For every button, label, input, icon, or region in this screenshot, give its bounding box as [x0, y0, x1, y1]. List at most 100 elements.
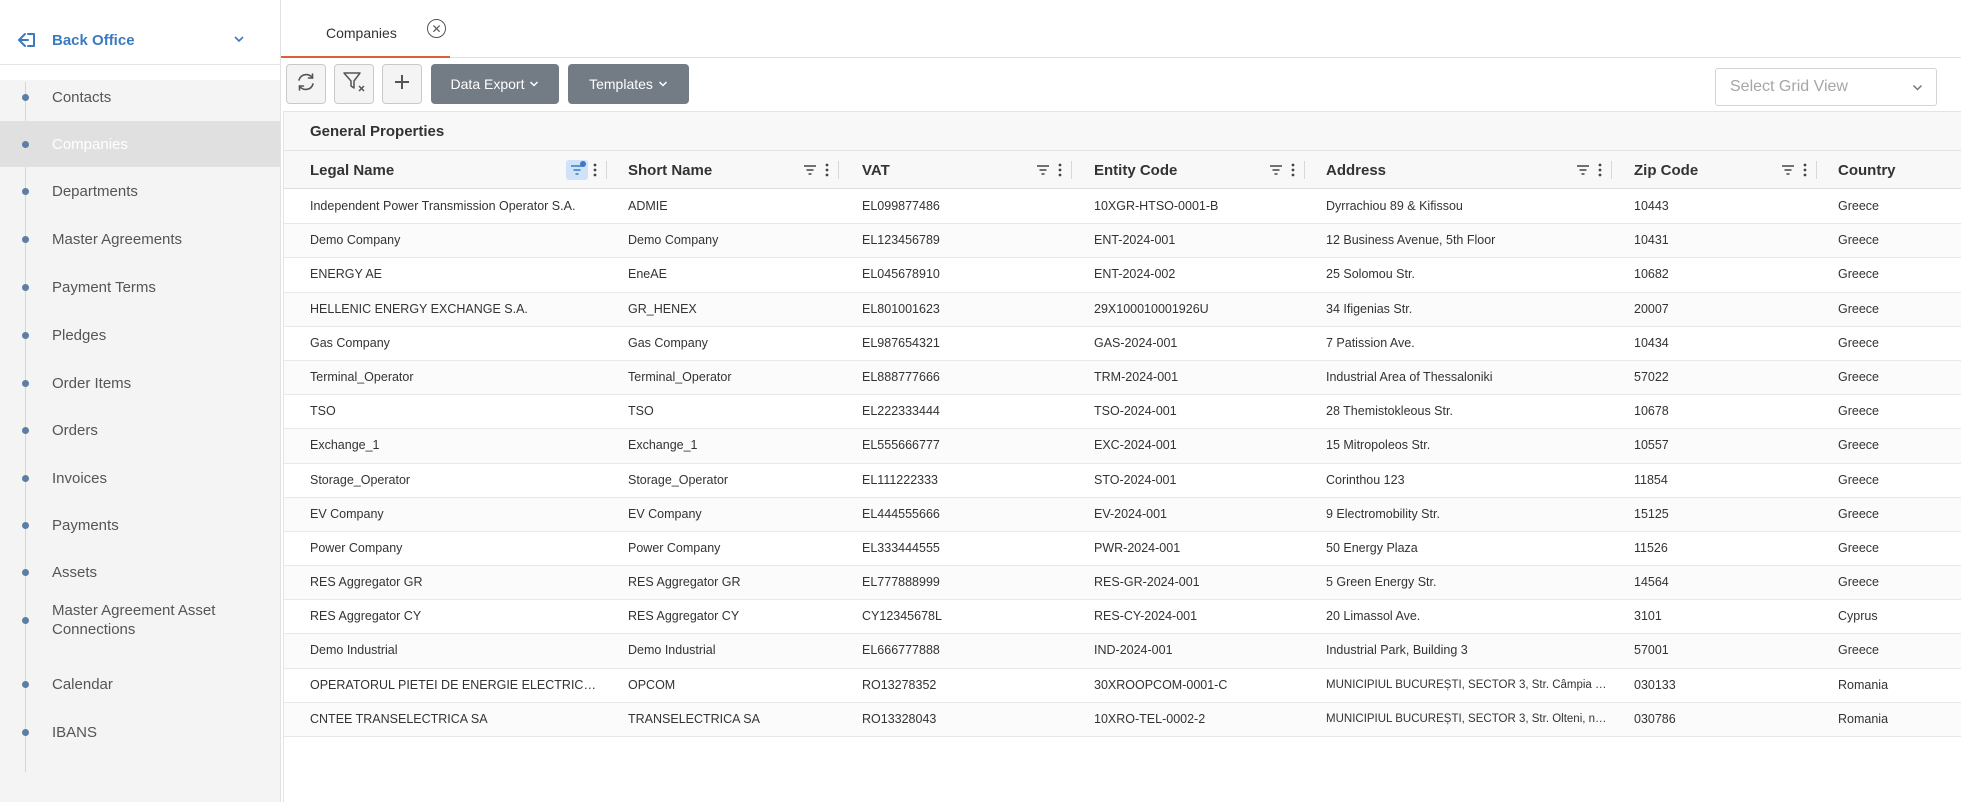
cell-entity-code[interactable]: TRM-2024-001 — [1094, 370, 1300, 384]
cell-zip-code[interactable]: 10678 — [1634, 404, 1812, 418]
cell-country[interactable]: Cyprus — [1838, 609, 1952, 623]
cell-vat[interactable]: EL045678910 — [862, 267, 1067, 281]
cell-entity-code[interactable]: RES-CY-2024-001 — [1094, 609, 1300, 623]
column-menu-icon[interactable] — [1057, 162, 1063, 178]
cell-legal-name[interactable]: Terminal_Operator — [310, 370, 602, 384]
sidebar-item-companies[interactable]: Companies — [0, 121, 280, 167]
cell-short-name[interactable]: EV Company — [628, 507, 834, 521]
cell-vat[interactable]: EL888777666 — [862, 370, 1067, 384]
cell-zip-code[interactable]: 10682 — [1634, 267, 1812, 281]
cell-short-name[interactable]: GR_HENEX — [628, 302, 834, 316]
refresh-button[interactable] — [286, 64, 326, 104]
cell-legal-name[interactable]: RES Aggregator CY — [310, 609, 602, 623]
cell-address[interactable]: 9 Electromobility Str. — [1326, 507, 1607, 521]
table-row[interactable]: RES Aggregator CY RES Aggregator CY CY1234… — [284, 600, 1961, 635]
table-row[interactable]: CNTEE TRANSELECTRICA SA TRANSELECTRICA SA… — [284, 702, 1961, 737]
cell-entity-code[interactable]: RES-GR-2024-001 — [1094, 575, 1300, 589]
table-row[interactable]: TSO TSO EL222333444 TSO-2024-001 28 Themisto… — [284, 395, 1961, 430]
cell-country[interactable]: Greece — [1838, 336, 1952, 350]
cell-country[interactable]: Greece — [1838, 370, 1952, 384]
cell-vat[interactable]: RO13278352 — [862, 678, 1067, 692]
cell-zip-code[interactable]: 11526 — [1634, 541, 1812, 555]
cell-legal-name[interactable]: Gas Company — [310, 336, 602, 350]
cell-entity-code[interactable]: EV-2024-001 — [1094, 507, 1300, 521]
filter-icon[interactable] — [1780, 162, 1796, 178]
cell-vat[interactable]: EL555666777 — [862, 438, 1067, 452]
cell-vat[interactable]: EL333444555 — [862, 541, 1067, 555]
cell-zip-code[interactable]: 10431 — [1634, 233, 1812, 247]
cell-short-name[interactable]: Exchange_1 — [628, 438, 834, 452]
cell-country[interactable]: Greece — [1838, 267, 1952, 281]
cell-country[interactable]: Greece — [1838, 575, 1952, 589]
table-row[interactable]: Independent Power Transmission Operator … — [284, 190, 1961, 225]
cell-zip-code[interactable]: 57001 — [1634, 643, 1812, 657]
cell-address[interactable]: Corinthou 123 — [1326, 473, 1607, 487]
cell-vat[interactable]: EL222333444 — [862, 404, 1067, 418]
cell-entity-code[interactable]: EXC-2024-001 — [1094, 438, 1300, 452]
grid-view-select[interactable]: Select Grid View — [1715, 68, 1937, 106]
sidebar-item-invoices[interactable]: Invoices — [0, 458, 280, 498]
cell-address[interactable]: Industrial Area of Thessaloniki — [1326, 370, 1607, 384]
cell-legal-name[interactable]: CNTEE TRANSELECTRICA SA — [310, 712, 602, 726]
cell-country[interactable]: Romania — [1838, 678, 1952, 692]
cell-short-name[interactable]: Gas Company — [628, 336, 834, 350]
cell-legal-name[interactable]: Independent Power Transmission Operator … — [310, 199, 602, 213]
column-header-country[interactable]: Country — [1838, 151, 1961, 189]
cell-address[interactable]: 12 Business Avenue, 5th Floor — [1326, 233, 1607, 247]
cell-address[interactable]: 34 Ifigenias Str. — [1326, 302, 1607, 316]
cell-vat[interactable]: EL801001623 — [862, 302, 1067, 316]
table-row[interactable]: Gas Company Gas Company EL987654321 GAS-202… — [284, 327, 1961, 361]
cell-address[interactable]: MUNICIPIUL BUCUREȘTI, SECTOR 3, Str. Olt… — [1326, 713, 1607, 725]
cell-country[interactable]: Greece — [1838, 233, 1952, 247]
cell-short-name[interactable]: OPCOM — [628, 678, 834, 692]
column-menu-icon[interactable] — [824, 162, 830, 178]
sidebar-item-assets[interactable]: Assets — [0, 552, 280, 592]
sidebar-item-master-agreements[interactable]: Master Agreements — [0, 219, 280, 259]
cell-vat[interactable]: RO13328043 — [862, 712, 1067, 726]
cell-entity-code[interactable]: ENT-2024-002 — [1094, 267, 1300, 281]
column-separator[interactable] — [1611, 161, 1612, 179]
cell-short-name[interactable]: Power Company — [628, 541, 834, 555]
cell-vat[interactable]: EL987654321 — [862, 336, 1067, 350]
cell-address[interactable]: 50 Energy Plaza — [1326, 541, 1607, 555]
cell-short-name[interactable]: TRANSELECTRICA SA — [628, 712, 834, 726]
cell-address[interactable]: 28 Themistokleous Str. — [1326, 404, 1607, 418]
clear-filters-button[interactable] — [334, 64, 374, 104]
cell-entity-code[interactable]: 10XGR-HTSO-0001-B — [1094, 199, 1300, 213]
cell-short-name[interactable]: EneAE — [628, 267, 834, 281]
cell-legal-name[interactable]: ENERGY AE — [310, 267, 602, 281]
table-row[interactable]: Demo Company Demo Company EL123456789 ENT-2… — [284, 224, 1961, 259]
table-row[interactable]: HELLENIC ENERGY EXCHANGE S.A. GR_HENEX EL8… — [284, 292, 1961, 327]
cell-address[interactable]: 20 Limassol Ave. — [1326, 609, 1607, 623]
column-menu-icon[interactable] — [592, 162, 598, 178]
cell-country[interactable]: Romania — [1838, 712, 1952, 726]
chevron-down-icon[interactable] — [232, 32, 246, 46]
cell-country[interactable]: Greece — [1838, 438, 1952, 452]
cell-legal-name[interactable]: Exchange_1 — [310, 438, 602, 452]
column-separator[interactable] — [1071, 161, 1072, 179]
back-arrow-icon[interactable] — [16, 29, 38, 51]
table-row[interactable]: ENERGY AE EneAE EL045678910 ENT-2024-002 25 … — [284, 258, 1961, 293]
cell-vat[interactable]: EL123456789 — [862, 233, 1067, 247]
cell-zip-code[interactable]: 10443 — [1634, 199, 1812, 213]
filter-active-icon[interactable] — [566, 160, 588, 180]
cell-legal-name[interactable]: HELLENIC ENERGY EXCHANGE S.A. — [310, 302, 602, 316]
cell-vat[interactable]: CY12345678L — [862, 609, 1067, 623]
sidebar-item-master-agreement-asset-connections[interactable]: Master Agreement Asset Connections — [0, 590, 280, 650]
sidebar-item-payments[interactable]: Payments — [0, 505, 280, 545]
table-row[interactable]: RES Aggregator GR RES Aggregator GR EL7778… — [284, 566, 1961, 601]
cell-zip-code[interactable]: 10557 — [1634, 438, 1812, 452]
column-separator[interactable] — [606, 161, 607, 179]
column-header-entity-code[interactable]: Entity Code — [1094, 151, 1312, 189]
sidebar-item-ibans[interactable]: IBANS — [0, 712, 280, 752]
cell-entity-code[interactable]: ENT-2024-001 — [1094, 233, 1300, 247]
cell-legal-name[interactable]: RES Aggregator GR — [310, 575, 602, 589]
cell-zip-code[interactable]: 11854 — [1634, 473, 1812, 487]
cell-zip-code[interactable]: 15125 — [1634, 507, 1812, 521]
column-header-vat[interactable]: VAT — [862, 151, 1079, 189]
data-export-button[interactable]: Data Export — [431, 64, 559, 104]
column-header-short-name[interactable]: Short Name — [628, 151, 846, 189]
cell-short-name[interactable]: Storage_Operator — [628, 473, 834, 487]
cell-country[interactable]: Greece — [1838, 199, 1952, 213]
cell-entity-code[interactable]: PWR-2024-001 — [1094, 541, 1300, 555]
